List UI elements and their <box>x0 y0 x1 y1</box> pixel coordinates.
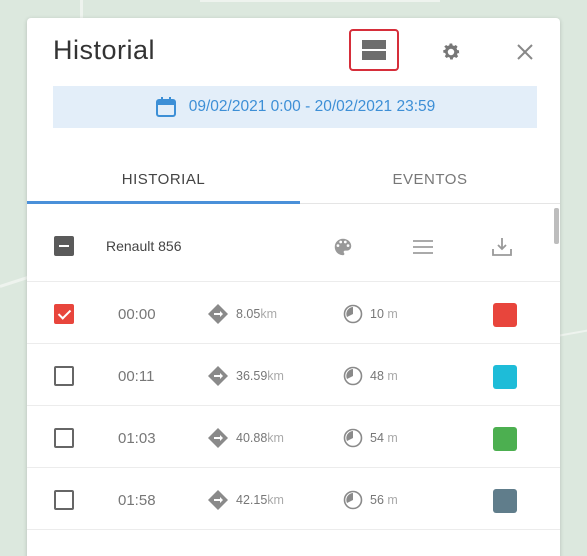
list-view-button[interactable] <box>410 234 436 260</box>
trip-checkbox[interactable] <box>54 428 74 448</box>
trip-start-time: 00:11 <box>118 368 155 385</box>
download-button[interactable] <box>489 234 515 260</box>
trip-distance-value: 8.05 <box>236 307 261 321</box>
trip-color-swatch[interactable] <box>493 365 517 389</box>
trip-distance-unit: km <box>260 307 278 321</box>
route-icon <box>208 490 228 510</box>
route-icon <box>208 366 228 386</box>
close-button[interactable] <box>505 32 545 72</box>
trip-start-time: 01:03 <box>118 430 156 447</box>
layers-button[interactable] <box>349 29 399 71</box>
trip-row[interactable]: 00:00 8.05km 10 m <box>27 282 560 344</box>
trip-duration-value: 54 <box>370 431 384 445</box>
trip-distance-value: 42.15 <box>236 493 268 507</box>
trip-duration-unit: m <box>387 493 398 507</box>
list-icon <box>413 240 433 254</box>
map-road <box>555 324 587 338</box>
palette-button[interactable] <box>330 234 356 260</box>
clock-icon <box>343 366 363 386</box>
trip-checkbox[interactable] <box>54 304 74 324</box>
date-range-selector[interactable]: 09/02/2021 0:00 - 20/02/2021 23:59 <box>53 86 537 128</box>
trip-color-swatch[interactable] <box>493 303 517 327</box>
panel-title: Historial <box>53 35 156 65</box>
trip-row[interactable]: 01:03 40.88km 54 m <box>27 406 560 468</box>
clock-icon <box>343 304 363 324</box>
close-icon <box>517 44 533 60</box>
trip-distance-value: 36.59 <box>236 369 268 383</box>
trip-checkbox[interactable] <box>54 490 74 510</box>
layers-icon <box>362 40 386 60</box>
settings-button[interactable] <box>431 32 471 72</box>
trip-duration-value: 56 <box>370 493 384 507</box>
trip-distance: 40.88km <box>236 431 284 445</box>
tab-historial[interactable]: HISTORIAL <box>27 154 300 204</box>
tab-bar: HISTORIAL EVENTOS <box>27 154 560 204</box>
active-tab-indicator <box>27 201 300 204</box>
calendar-icon <box>155 97 176 117</box>
trip-duration: 10 m <box>370 307 398 321</box>
trip-color-swatch[interactable] <box>493 489 517 513</box>
gear-icon <box>443 43 460 60</box>
vehicle-select-all-checkbox[interactable] <box>54 236 74 256</box>
trip-duration: 56 m <box>370 493 398 507</box>
trip-row[interactable]: 01:58 42.15km 56 m <box>27 468 560 530</box>
trip-start-time: 00:00 <box>118 306 156 323</box>
trip-distance-unit: km <box>267 493 284 507</box>
palette-icon <box>334 238 352 256</box>
route-icon <box>208 428 228 448</box>
map-road <box>200 0 440 2</box>
trip-duration: 54 m <box>370 431 398 445</box>
trip-distance: 36.59km <box>236 369 284 383</box>
trip-duration-unit: m <box>387 431 398 445</box>
route-icon <box>208 304 228 324</box>
clock-icon <box>343 490 363 510</box>
trip-duration-value: 48 <box>370 369 384 383</box>
tab-eventos[interactable]: EVENTOS <box>300 154 560 204</box>
vehicle-name: Renault 856 <box>106 238 182 254</box>
trip-color-swatch[interactable] <box>493 427 517 451</box>
vehicle-header-row: Renault 856 <box>27 214 560 282</box>
trip-distance-unit: km <box>267 369 284 383</box>
date-range-text: 09/02/2021 0:00 - 20/02/2021 23:59 <box>188 98 436 115</box>
trip-duration-unit: m <box>387 307 398 321</box>
clock-icon <box>343 428 363 448</box>
trip-duration-unit: m <box>387 369 398 383</box>
download-icon <box>492 238 512 256</box>
trip-duration: 48 m <box>370 369 398 383</box>
trip-distance: 8.05km <box>236 307 277 321</box>
trip-duration-value: 10 <box>370 307 384 321</box>
trip-row[interactable]: 00:11 36.59km 48 m <box>27 344 560 406</box>
history-panel: Historial 09/02/2021 0:00 - 20/02/2021 2… <box>27 18 560 556</box>
trip-start-time: 01:58 <box>118 492 156 509</box>
trip-checkbox[interactable] <box>54 366 74 386</box>
trip-distance-value: 40.88 <box>236 431 268 445</box>
trip-distance: 42.15km <box>236 493 284 507</box>
trip-distance-unit: km <box>267 431 284 445</box>
